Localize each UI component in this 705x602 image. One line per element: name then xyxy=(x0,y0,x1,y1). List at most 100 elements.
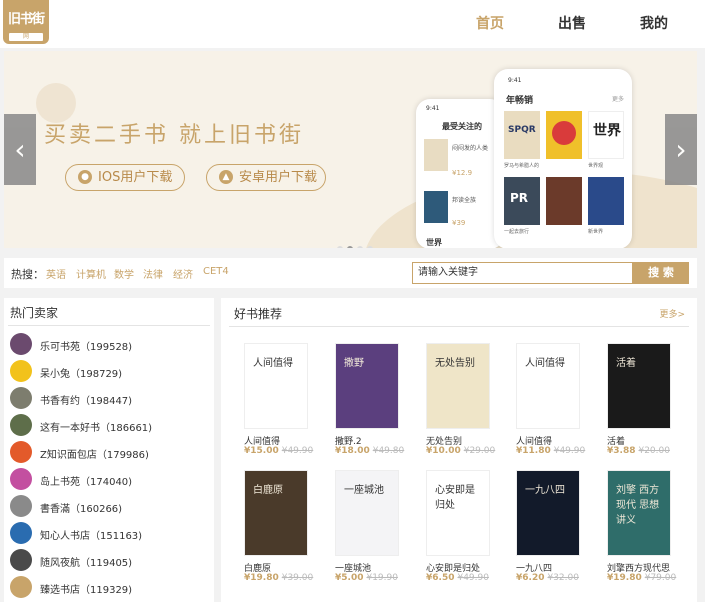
seller-item[interactable]: 岛上书苑（174040) xyxy=(10,468,210,492)
seller-name[interactable]: 知心人书店（151163) xyxy=(40,527,142,542)
book-original-price: ¥20.00 xyxy=(638,446,670,456)
book-sale-price: ¥3.88 xyxy=(607,446,636,456)
seller-item[interactable]: 书香有约（198447) xyxy=(10,387,210,411)
seller-item[interactable]: 随风夜航（119405) xyxy=(10,549,210,573)
seller-name[interactable]: 随风夜航（119405) xyxy=(40,554,132,569)
book-original-price: ¥49.90 xyxy=(281,446,314,456)
recommended-books-panel: 好书推荐 更多> 人间值得 人间值得 ¥15.00 ¥49.90 撒野 撒野.2 ¥18.0… xyxy=(221,298,697,602)
seller-avatar[interactable] xyxy=(10,576,32,598)
seller-name[interactable]: 书香有约（198447) xyxy=(40,392,132,407)
android-download-label: 安卓用户下载 xyxy=(239,170,318,185)
seller-avatar[interactable] xyxy=(10,549,32,571)
search-button[interactable]: 搜 索 xyxy=(633,262,689,284)
seller-avatar[interactable] xyxy=(10,522,32,544)
book-cover-text: 刘擎 西方现代 思想讲义 xyxy=(616,485,660,526)
logo-sub: 网 xyxy=(9,33,43,41)
site-logo[interactable]: 旧书街 网 xyxy=(3,0,49,44)
banner-prev-arrow[interactable]: ‹ xyxy=(4,114,36,185)
nav-home[interactable]: 首页 xyxy=(476,13,504,33)
book-sale-price: ¥6.50 xyxy=(426,573,455,583)
book-cover[interactable]: 一座城池 xyxy=(335,470,399,556)
book-card[interactable]: 刘擎 西方现代 思想讲义 刘擎西方现代思 ¥19.80 ¥79.00 xyxy=(607,470,687,590)
book-card[interactable]: 无处告别 无处告别 ¥10.00 ¥29.00 xyxy=(426,343,506,463)
book-cover[interactable]: 一九八四 xyxy=(516,470,580,556)
book-card[interactable]: 人间值得 人间值得 ¥15.00 ¥49.90 xyxy=(244,343,324,463)
seller-avatar[interactable] xyxy=(10,360,32,382)
carousel-dot[interactable] xyxy=(357,246,363,248)
android-download-button[interactable]: ▲ 安卓用户下载 xyxy=(206,164,326,191)
carousel-dot[interactable] xyxy=(337,246,343,248)
phone-book-spqr: SPQR xyxy=(504,111,540,159)
seller-avatar[interactable] xyxy=(10,468,32,490)
phone-book-world: 世界 xyxy=(588,111,624,159)
seller-item[interactable]: 呆小兔（198729) xyxy=(10,360,210,384)
seller-name[interactable]: 乐可书苑（199528) xyxy=(40,338,132,353)
book-price: ¥6.50 ¥49.90 xyxy=(426,573,489,583)
book-cover[interactable]: 刘擎 西方现代 思想讲义 xyxy=(607,470,671,556)
search-input[interactable]: 请输入关键字 xyxy=(412,262,633,284)
book-cover[interactable]: 活着 xyxy=(607,343,671,429)
book-sale-price: ¥5.00 xyxy=(335,573,364,583)
hot-keyword-law[interactable]: 法律 xyxy=(143,266,163,281)
book-cover[interactable]: 人间值得 xyxy=(244,343,308,429)
book-sale-price: ¥11.80 xyxy=(516,446,551,456)
ios-download-label: IOS用户下载 xyxy=(98,170,173,185)
banner-next-arrow[interactable]: › xyxy=(665,114,697,185)
seller-name[interactable]: 这有一本好书（186661) xyxy=(40,419,152,434)
seller-avatar[interactable] xyxy=(10,387,32,409)
book-card[interactable]: 活着 活着 ¥3.88 ¥20.00 xyxy=(607,343,687,463)
book-card[interactable]: 人间值得 人间值得 ¥11.80 ¥49.90 xyxy=(516,343,596,463)
seller-name[interactable]: 呆小兔（198729) xyxy=(40,365,122,380)
book-cover[interactable]: 白鹿原 xyxy=(244,470,308,556)
nav-sell[interactable]: 出售 xyxy=(558,13,586,33)
book-card[interactable]: 白鹿原 白鹿原 ¥19.80 ¥39.00 xyxy=(244,470,324,590)
hot-keyword-cet4[interactable]: CET4 xyxy=(203,266,229,277)
book-card[interactable]: 撒野 撒野.2 ¥18.00 ¥49.80 xyxy=(335,343,415,463)
seller-name[interactable]: 書香滿（160266) xyxy=(40,500,122,515)
apple-icon: ● xyxy=(78,170,92,184)
book-original-price: ¥79.00 xyxy=(644,573,677,583)
book-cover[interactable]: 心安即是归处 xyxy=(426,470,490,556)
book-card[interactable]: 一九八四 一九八四 ¥6.20 ¥32.00 xyxy=(516,470,596,590)
hot-keyword-economy[interactable]: 经济 xyxy=(173,266,193,281)
book-cover[interactable]: 撒野 xyxy=(335,343,399,429)
seller-name[interactable]: 臻选书店（119329) xyxy=(40,581,132,596)
seller-avatar[interactable] xyxy=(10,333,32,355)
book-sale-price: ¥10.00 xyxy=(426,446,461,456)
logo-text: 旧书街 xyxy=(7,12,45,27)
hot-keyword-english[interactable]: 英语 xyxy=(46,266,66,281)
book-cover[interactable]: 无处告别 xyxy=(426,343,490,429)
book-price: ¥19.80 ¥39.00 xyxy=(244,573,313,583)
more-link[interactable]: 更多> xyxy=(659,307,685,320)
book-original-price: ¥19.90 xyxy=(366,573,398,583)
ios-download-button[interactable]: ● IOS用户下载 xyxy=(65,164,185,191)
book-card[interactable]: 一座城池 一座城池 ¥5.00 ¥19.90 xyxy=(335,470,415,590)
seller-avatar[interactable] xyxy=(10,495,32,517)
phone-mockup-back: 9:41 最受关注的 闷闷发的人类 ¥12.9 邦读全族 ¥39 世界 xyxy=(416,99,504,248)
book-cover[interactable]: 人间值得 xyxy=(516,343,580,429)
carousel-dot[interactable] xyxy=(367,246,373,248)
hero-banner[interactable]: 买卖二手书 就上旧书街 ● IOS用户下载 ▲ 安卓用户下载 9:41 最受关注… xyxy=(4,51,697,248)
seller-avatar[interactable] xyxy=(10,414,32,436)
carousel-dot-active[interactable] xyxy=(347,246,353,248)
seller-item[interactable]: 知心人书店（151163) xyxy=(10,522,210,546)
hot-sellers-title: 热门卖家 xyxy=(10,306,59,320)
hot-keyword-math[interactable]: 数学 xyxy=(114,266,134,281)
seller-item[interactable]: 这有一本好书（186661) xyxy=(10,414,210,438)
seller-item[interactable]: 書香滿（160266) xyxy=(10,495,210,519)
seller-name[interactable]: Z知识面包店（179986) xyxy=(40,446,149,461)
book-cover-text: 活着 xyxy=(616,358,636,369)
seller-item[interactable]: 臻选书店（119329) xyxy=(10,576,210,600)
carousel-indicator[interactable] xyxy=(337,237,377,248)
seller-name[interactable]: 岛上书苑（174040) xyxy=(40,473,132,488)
seller-avatar[interactable] xyxy=(10,441,32,463)
phone-book-travel xyxy=(546,177,582,225)
book-card[interactable]: 心安即是归处 心安即是归处 ¥6.50 ¥49.90 xyxy=(426,470,506,590)
seller-item[interactable]: Z知识面包店（179986) xyxy=(10,441,210,465)
book-original-price: ¥49.90 xyxy=(457,573,489,583)
phone-back-line1: 闷闷发的人类 xyxy=(452,145,489,152)
seller-item[interactable]: 乐可书苑（199528) xyxy=(10,333,210,357)
hot-keyword-computer[interactable]: 计算机 xyxy=(76,266,106,281)
nav-mine[interactable]: 我的 xyxy=(640,13,668,33)
book-price: ¥15.00 ¥49.90 xyxy=(244,446,313,456)
